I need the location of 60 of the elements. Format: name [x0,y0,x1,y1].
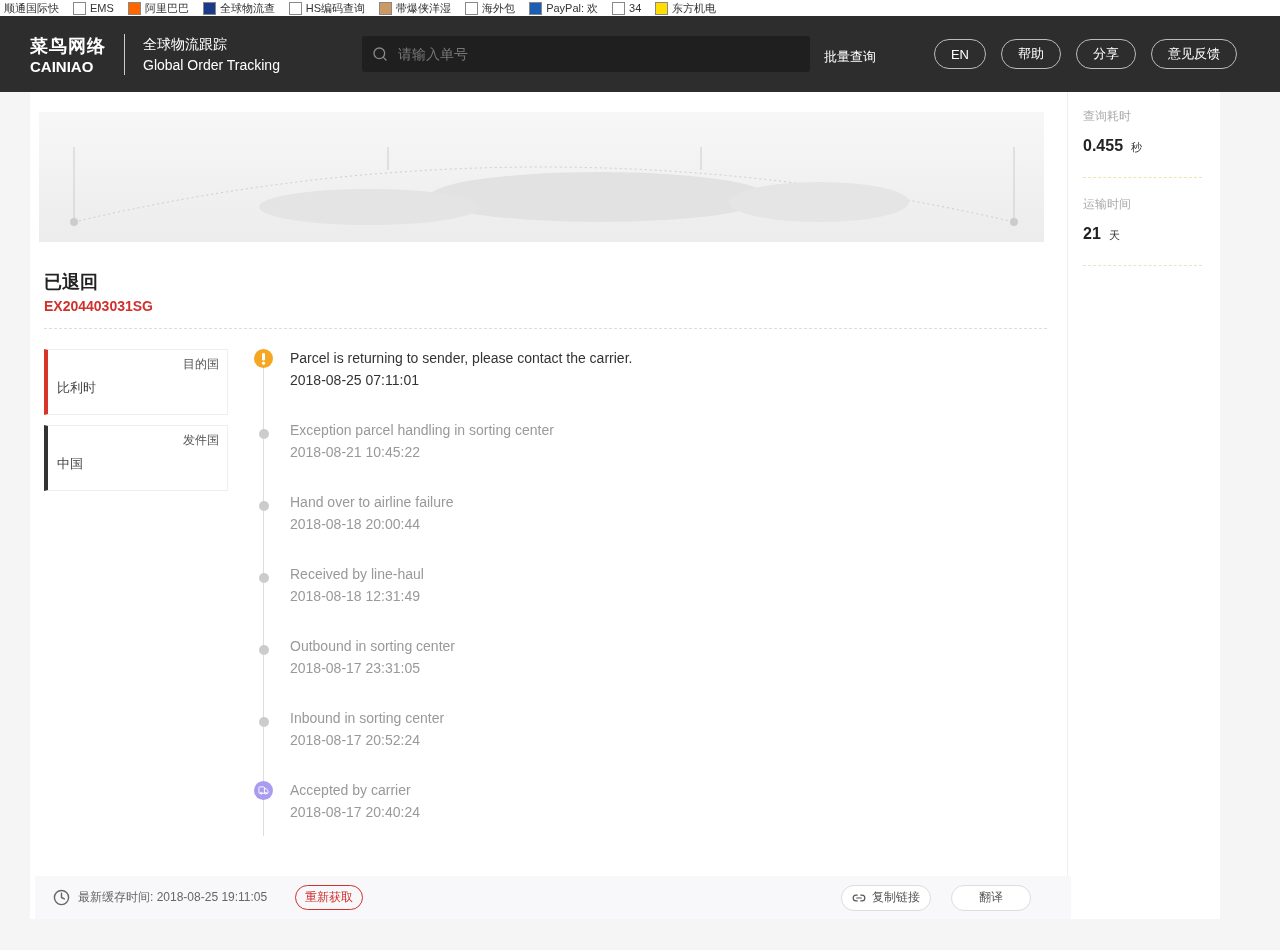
bookmark-link[interactable]: PayPal: 欢 [546,1,599,15]
country-role: 目的国 [183,356,219,373]
event-time: 2018-08-17 20:52:24 [290,732,421,748]
bookmark-icon [202,1,216,15]
bookmark-link[interactable]: EMS [90,1,114,15]
stat-label: 运输时间 [1083,196,1132,213]
logo-text: 菜鸟网络 [30,34,106,58]
translate-button[interactable]: 翻译 [951,884,1031,911]
timeline-dot [258,429,269,439]
bookmark-icon [655,1,669,15]
timeline-dot [258,717,269,727]
timeline-dot [258,501,269,511]
event-text: Inbound in sorting center [290,710,445,726]
tracking-number: EX204403031SG [44,298,154,314]
bookmark-link[interactable]: 阿里巴巴 [144,1,189,15]
bookmark-link[interactable]: 东方机电 [672,1,717,15]
bookmark-link[interactable]: 海外包 [482,1,516,15]
event-time: 2018-08-18 20:00:44 [290,516,421,532]
bookmark-icon [379,1,393,15]
event-text: Outbound in sorting center [290,638,455,654]
warning-icon [254,349,273,368]
event-time: 2018-08-25 07:11:01 [290,372,420,388]
batch-query-link[interactable]: 批量查询 [823,48,876,66]
bookmark-icon [127,1,141,15]
copy-link-button[interactable]: 复制链接 [841,884,931,911]
bookmark-link[interactable]: 34 [629,1,642,15]
country-name: 中国 [57,455,84,473]
logo-text: CAINIAO [30,57,95,75]
event-text: Exception parcel handling in sorting center [290,422,554,438]
event-time: 2018-08-17 23:31:05 [290,660,421,676]
event-text: Parcel is returning to sender, please contact the carrier. [290,350,633,366]
bookmark-icon [529,1,543,15]
truck-icon [254,781,273,800]
bookmark-link[interactable]: 顺通国际快 [4,1,59,15]
search-icon [371,46,388,62]
event-text: Hand over to airline failure [290,494,454,510]
event-time: 2018-08-18 12:31:49 [290,588,421,604]
clock-icon [53,889,70,906]
event-time: 2018-08-21 10:45:22 [290,444,421,460]
search-field[interactable]: 请输入单号 [361,36,810,72]
page-subtitle: Global Order Tracking [143,56,280,73]
event-text: Received by line-haul [290,566,424,582]
bookmark-link[interactable]: 带爆侠洋湿 [396,1,452,15]
event-text: Accepted by carrier [290,782,412,798]
stat-value: 0.455 [1083,137,1124,155]
stat-label: 查询耗时 [1083,108,1132,125]
bookmark-link[interactable]: 全球物流查 [219,1,275,15]
stat-unit: 天 [1108,228,1120,243]
country-role: 发件国 [183,432,219,449]
stat-unit: 秒 [1131,140,1143,155]
parcel-status: 已退回 [44,271,99,294]
event-time: 2018-08-17 20:40:24 [290,804,420,820]
country-name: 比利时 [57,379,97,397]
timeline-dot [258,645,269,655]
search-field[interactable]: 请输入单号 [395,45,800,63]
cache-time: 最新缓存时间: 2018-08-25 19:11:05 [78,889,268,906]
timeline-dot [258,573,269,583]
bookmark-link[interactable]: HS编码查询 [305,1,366,15]
stat-value: 21 [1083,225,1101,243]
page-title: 全球物流跟踪 [143,35,228,54]
